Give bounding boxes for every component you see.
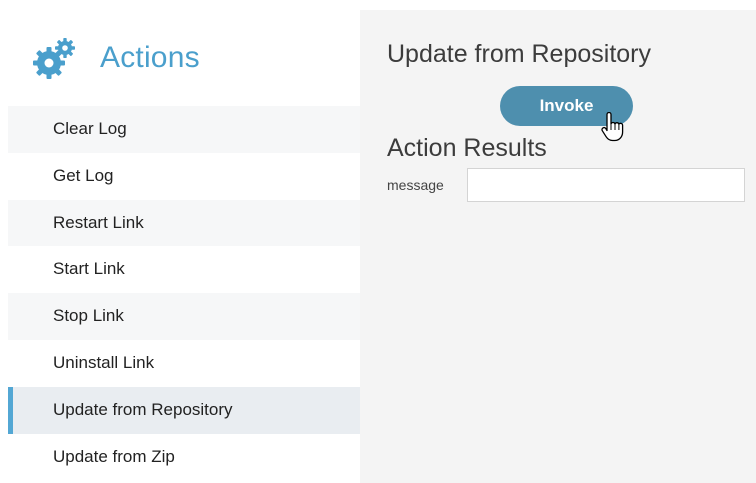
menu-item-uninstall-link[interactable]: Uninstall Link	[8, 339, 360, 387]
gears-icon	[32, 35, 78, 81]
sidebar-title: Actions	[100, 41, 200, 74]
menu-item-start-link[interactable]: Start Link	[8, 246, 360, 294]
message-field[interactable]	[467, 168, 745, 202]
menu-item-update-from-zip[interactable]: Update from Zip	[8, 433, 360, 481]
page-title: Update from Repository	[387, 40, 652, 68]
menu-item-get-log[interactable]: Get Log	[8, 152, 360, 200]
action-results-title: Action Results	[387, 134, 547, 162]
menu-item-restart-link[interactable]: Restart Link	[8, 199, 360, 247]
actions-menu: Clear Log Get Log Restart Link Start Lin…	[8, 106, 360, 481]
menu-item-clear-log[interactable]: Clear Log	[8, 106, 360, 153]
left-edge	[0, 0, 8, 483]
hand-pointer-cursor-icon	[601, 111, 625, 142]
menu-item-stop-link[interactable]: Stop Link	[8, 293, 360, 340]
sidebar-header: Actions	[8, 10, 360, 106]
app-window: Actions Clear Log Get Log Restart Link S…	[0, 0, 756, 483]
main-panel: Update from Repository Invoke Action Res…	[360, 10, 756, 483]
message-label: message	[387, 177, 444, 193]
sidebar: Actions Clear Log Get Log Restart Link S…	[8, 10, 360, 483]
menu-item-update-from-repository[interactable]: Update from Repository	[8, 386, 360, 434]
